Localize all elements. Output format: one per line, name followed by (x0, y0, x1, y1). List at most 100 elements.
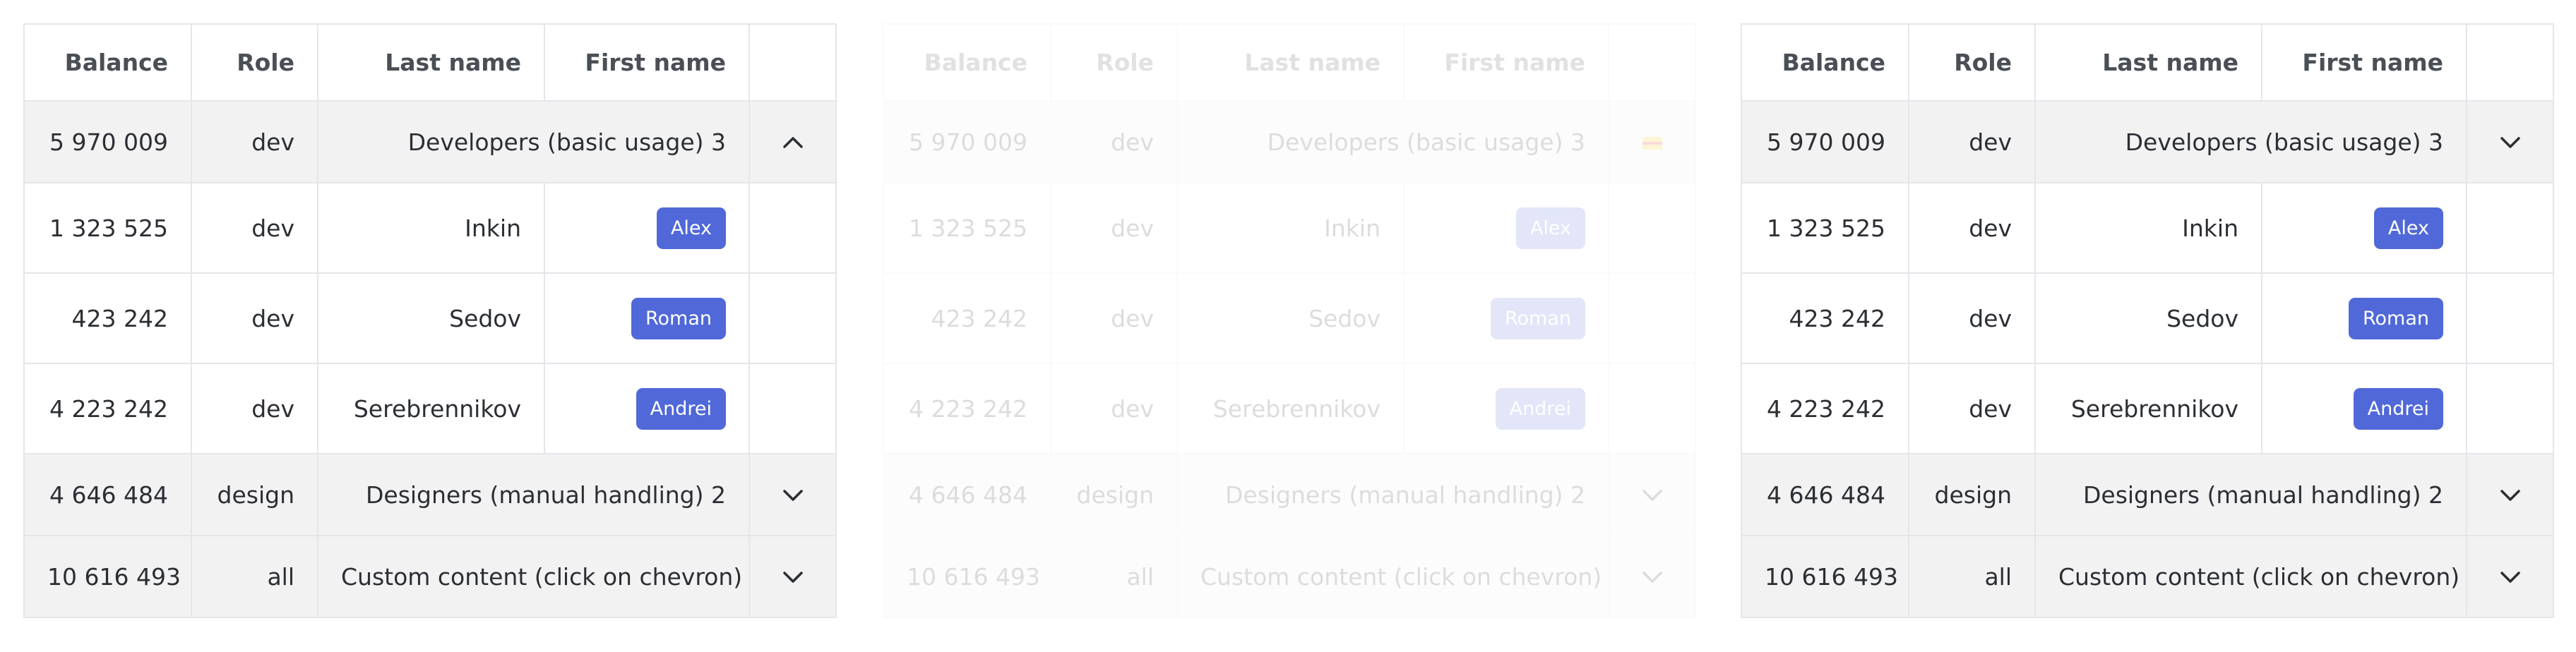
role-cell: dev (1908, 363, 2036, 454)
chevron-down-icon (2496, 562, 2524, 589)
last-name-header[interactable]: Last name (1176, 23, 1405, 102)
last-name-cell: Sedov (317, 272, 545, 364)
grouped-table-panel-2: Balance Role Last name First name 5 970 009 d… (883, 23, 1696, 626)
role-cell: dev (1050, 363, 1178, 454)
last-name-header[interactable]: Last name (2034, 23, 2262, 102)
balance-cell: 4 223 242 (23, 363, 192, 454)
table-row[interactable]: 423 242 dev Sedov Roman (23, 272, 837, 364)
role-header[interactable]: Role (1050, 23, 1178, 102)
balance-cell: 1 323 525 (883, 182, 1051, 274)
table-row[interactable]: 423 242 dev Sedov Roman (1741, 272, 2554, 364)
group-row[interactable]: 5 970 009 dev Developers (basic usage) 3 (883, 100, 1696, 183)
balance-cell: 1 323 525 (23, 182, 192, 274)
first-name-tag[interactable]: Roman (2348, 297, 2443, 339)
first-name-cell: Alex (1403, 182, 1609, 274)
group-row[interactable]: 10 616 493 all Custom content (click on ch… (23, 535, 837, 618)
group-balance: 4 646 484 (23, 453, 192, 536)
first-name-cell: Andrei (544, 363, 750, 454)
balance-header[interactable]: Balance (1741, 23, 1909, 102)
group-role: dev (1050, 100, 1178, 183)
chevron-down-icon (779, 562, 807, 589)
grouped-table-panel-3: Balance Role Last name First name 5 970 009 d… (1741, 23, 2554, 626)
table-row[interactable]: 4 223 242 dev Serebrennikov Andrei (883, 363, 1696, 454)
group-role: all (1908, 535, 2036, 618)
first-name-tag[interactable]: Andrei (636, 387, 726, 430)
role-cell: dev (1050, 272, 1178, 364)
grouped-table-panel-1: Balance Role Last name First name 5 970 009 d… (23, 23, 837, 626)
row-actions-cell (1608, 182, 1696, 274)
group-balance: 4 646 484 (883, 453, 1051, 536)
group-toggle-button[interactable] (749, 100, 837, 183)
group-row[interactable]: 10 616 493 all Custom content (click on ch… (1741, 535, 2554, 618)
group-toggle-button[interactable] (2466, 100, 2554, 183)
first-name-header[interactable]: First name (2261, 23, 2467, 102)
group-toggle-button[interactable] (749, 453, 837, 536)
first-name-header[interactable]: First name (1403, 23, 1609, 102)
group-balance: 10 616 493 (1741, 535, 1909, 618)
last-name-cell: Sedov (1176, 272, 1405, 364)
role-header[interactable]: Role (191, 23, 318, 102)
role-cell: dev (1050, 182, 1178, 274)
last-name-cell: Serebrennikov (2034, 363, 2262, 454)
table-row[interactable]: 1 323 525 dev Inkin Alex (1741, 182, 2554, 274)
first-name-cell: Roman (1403, 272, 1609, 364)
last-name-cell: Serebrennikov (1176, 363, 1405, 454)
group-role: dev (1908, 100, 2036, 183)
chevron-down-icon (2496, 480, 2524, 507)
group-label: Designers (manual handling) 2 (1176, 453, 1609, 536)
group-row[interactable]: 4 646 484 design Designers (manual handlin… (1741, 453, 2554, 536)
group-toggle-button[interactable] (2466, 535, 2554, 618)
balance-cell: 423 242 (883, 272, 1051, 364)
row-actions-cell (1608, 272, 1696, 364)
table-row[interactable]: 1 323 525 dev Inkin Alex (883, 182, 1696, 274)
role-cell: dev (1908, 272, 2036, 364)
group-toggle-button[interactable] (1608, 453, 1696, 536)
last-name-cell: Inkin (317, 182, 545, 274)
balance-header[interactable]: Balance (883, 23, 1051, 102)
group-label: Developers (basic usage) 3 (317, 100, 750, 183)
first-name-tag[interactable]: Roman (1490, 297, 1585, 339)
group-balance: 5 970 009 (1741, 100, 1909, 183)
group-label: Designers (manual handling) 2 (2034, 453, 2467, 536)
table-row[interactable]: 4 223 242 dev Serebrennikov Andrei (1741, 363, 2554, 454)
first-name-header[interactable]: First name (544, 23, 750, 102)
group-row[interactable]: 5 970 009 dev Developers (basic usage) 3 (1741, 100, 2554, 183)
group-row[interactable]: 5 970 009 dev Developers (basic usage) 3 (23, 100, 837, 183)
chevron-down-icon (2496, 127, 2524, 155)
row-actions-cell (749, 272, 837, 364)
group-row[interactable]: 10 616 493 all Custom content (click on ch… (883, 535, 1696, 618)
balance-header[interactable]: Balance (23, 23, 192, 102)
flag-icon (1642, 137, 1662, 150)
group-balance: 4 646 484 (1741, 453, 1909, 536)
first-name-tag[interactable]: Roman (631, 297, 726, 339)
first-name-tag[interactable]: Andrei (1495, 387, 1585, 430)
chevron-down-icon (1638, 480, 1666, 507)
role-cell: dev (191, 363, 318, 454)
role-cell: dev (191, 182, 318, 274)
first-name-tag[interactable]: Alex (1515, 207, 1585, 249)
group-toggle-button[interactable] (1608, 100, 1696, 183)
first-name-tag[interactable]: Andrei (2353, 387, 2443, 430)
role-header[interactable]: Role (1908, 23, 2036, 102)
group-row[interactable]: 4 646 484 design Designers (manual handlin… (23, 453, 837, 536)
last-name-cell: Inkin (2034, 182, 2262, 274)
group-balance: 10 616 493 (23, 535, 192, 618)
last-name-header[interactable]: Last name (317, 23, 545, 102)
first-name-tag[interactable]: Alex (2373, 207, 2443, 249)
table-row[interactable]: 4 223 242 dev Serebrennikov Andrei (23, 363, 837, 454)
group-label: Custom content (click on chevron) (1176, 535, 1609, 618)
balance-cell: 423 242 (23, 272, 192, 364)
group-toggle-button[interactable] (1608, 535, 1696, 618)
role-cell: dev (1908, 182, 2036, 274)
group-balance: 5 970 009 (23, 100, 192, 183)
group-toggle-button[interactable] (749, 535, 837, 618)
table-row[interactable]: 1 323 525 dev Inkin Alex (23, 182, 837, 274)
actions-header (749, 23, 837, 102)
group-label: Developers (basic usage) 3 (2034, 100, 2467, 183)
group-toggle-button[interactable] (2466, 453, 2554, 536)
first-name-tag[interactable]: Alex (656, 207, 726, 249)
row-actions-cell (2466, 272, 2554, 364)
balance-cell: 4 223 242 (1741, 363, 1909, 454)
table-row[interactable]: 423 242 dev Sedov Roman (883, 272, 1696, 364)
group-row[interactable]: 4 646 484 design Designers (manual handlin… (883, 453, 1696, 536)
